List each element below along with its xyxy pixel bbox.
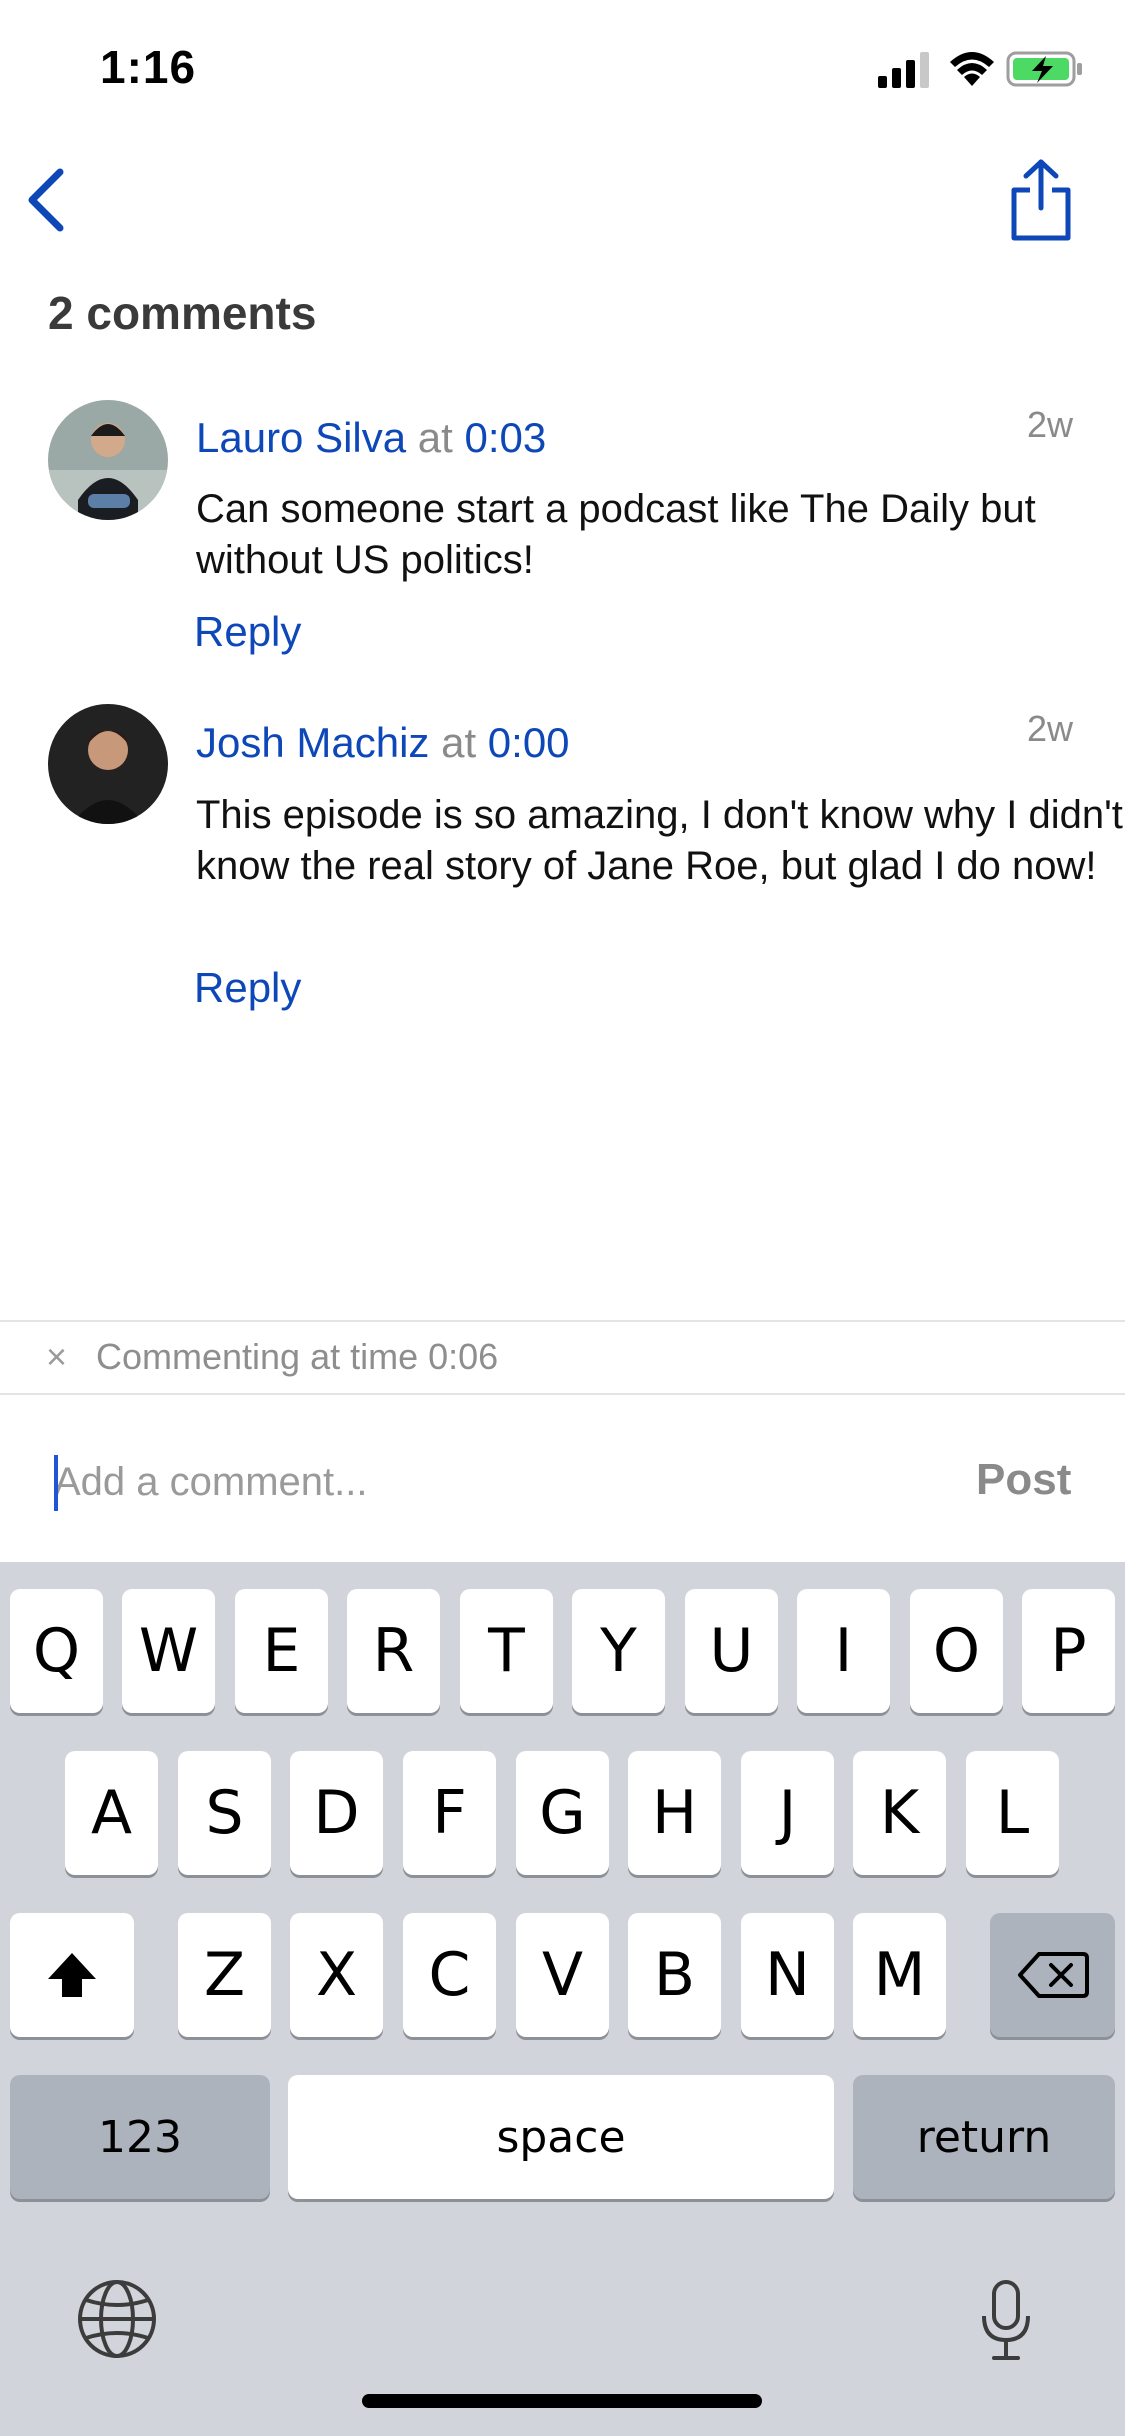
divider xyxy=(0,1393,1125,1395)
avatar[interactable] xyxy=(48,400,168,520)
comment-at-label: at xyxy=(417,414,453,461)
shift-arrow-icon xyxy=(48,1953,96,1997)
delete-key[interactable] xyxy=(990,1913,1115,2037)
comments-count-heading: 2 comments xyxy=(48,287,317,339)
shift-key[interactable] xyxy=(10,1913,134,2037)
comment-input[interactable] xyxy=(54,1452,934,1512)
backspace-icon xyxy=(1017,1952,1089,1998)
globe-icon[interactable] xyxy=(74,2276,160,2362)
key-t[interactable]: T xyxy=(460,1589,553,1713)
text-cursor xyxy=(54,1455,58,1511)
post-button[interactable]: Post xyxy=(976,1455,1071,1505)
key-q[interactable]: Q xyxy=(10,1589,103,1713)
key-k[interactable]: K xyxy=(853,1751,946,1875)
status-time: 1:16 xyxy=(100,41,197,93)
numbers-key[interactable]: 123 xyxy=(10,2075,270,2199)
key-a[interactable]: A xyxy=(65,1751,158,1875)
comment-text: Can someone start a podcast like The Dai… xyxy=(196,487,1036,582)
comment-header: Josh Machiz at 0:00 xyxy=(196,719,570,767)
key-l[interactable]: L xyxy=(966,1751,1059,1875)
comment-at-label: at xyxy=(441,719,477,766)
close-icon[interactable]: × xyxy=(46,1336,67,1378)
key-o[interactable]: O xyxy=(910,1589,1003,1713)
comment-header: Lauro Silva at 0:03 xyxy=(196,414,546,462)
comment-timestamp-link[interactable]: 0:03 xyxy=(465,414,547,461)
key-i[interactable]: I xyxy=(797,1589,890,1713)
keyboard: Q W E R T Y U I O P A S D F G H J K L Z … xyxy=(0,1562,1125,2436)
commenting-at-label: Commenting at time 0:06 xyxy=(96,1336,499,1377)
divider xyxy=(0,1320,1125,1322)
home-indicator xyxy=(362,2394,762,2408)
key-n[interactable]: N xyxy=(741,1913,834,2037)
key-w[interactable]: W xyxy=(122,1589,215,1713)
key-j[interactable]: J xyxy=(741,1751,834,1875)
comment-age: 2w xyxy=(1027,404,1074,445)
battery-charging-icon xyxy=(1006,51,1082,87)
key-u[interactable]: U xyxy=(685,1589,778,1713)
wifi-icon xyxy=(950,52,994,86)
key-z[interactable]: Z xyxy=(178,1913,271,2037)
key-d[interactable]: D xyxy=(290,1751,383,1875)
key-s[interactable]: S xyxy=(178,1751,271,1875)
microphone-icon[interactable] xyxy=(976,2278,1036,2362)
key-e[interactable]: E xyxy=(235,1589,328,1713)
key-g[interactable]: G xyxy=(516,1751,609,1875)
space-key[interactable]: space xyxy=(288,2075,834,2199)
key-p[interactable]: P xyxy=(1022,1589,1115,1713)
comment-author[interactable]: Lauro Silva xyxy=(196,414,406,461)
reply-button[interactable]: Reply xyxy=(194,608,301,656)
reply-button[interactable]: Reply xyxy=(194,964,301,1012)
key-v[interactable]: V xyxy=(516,1913,609,2037)
key-m[interactable]: M xyxy=(853,1913,946,2037)
key-r[interactable]: R xyxy=(347,1589,440,1713)
key-f[interactable]: F xyxy=(403,1751,496,1875)
cellular-signal-icon xyxy=(878,52,929,88)
comment-timestamp-link[interactable]: 0:00 xyxy=(488,719,570,766)
return-key[interactable]: return xyxy=(853,2075,1115,2199)
comment-text: This episode is so amazing, I don't know… xyxy=(196,793,1123,888)
comment-author[interactable]: Josh Machiz xyxy=(196,719,429,766)
key-b[interactable]: B xyxy=(628,1913,721,2037)
comment-age: 2w xyxy=(1027,708,1074,749)
avatar[interactable] xyxy=(48,704,168,824)
key-c[interactable]: C xyxy=(403,1913,496,2037)
share-button[interactable] xyxy=(1008,156,1074,242)
back-button[interactable] xyxy=(18,162,78,238)
key-h[interactable]: H xyxy=(628,1751,721,1875)
key-x[interactable]: X xyxy=(290,1913,383,2037)
key-y[interactable]: Y xyxy=(572,1589,665,1713)
